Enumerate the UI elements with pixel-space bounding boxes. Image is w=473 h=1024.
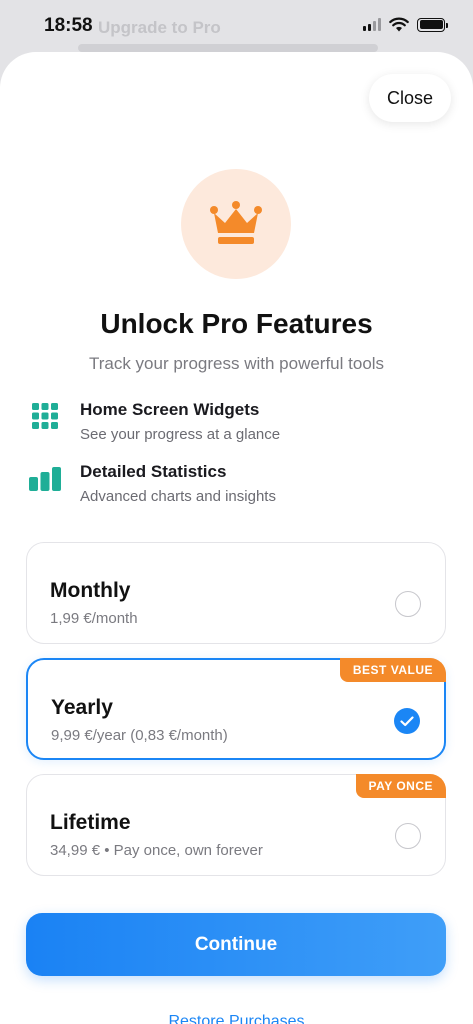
grid-icon (26, 400, 64, 432)
close-button[interactable]: Close (368, 74, 451, 122)
feature-title: Home Screen Widgets (80, 400, 260, 419)
plan-price: 9,99 €/year (0,83 €/month) (51, 727, 228, 744)
crown-badge (181, 169, 291, 279)
status-bar: 18:58 (0, 0, 473, 52)
plan-radio-checked[interactable] (394, 708, 420, 734)
wifi-icon (389, 17, 409, 32)
plan-radio-unchecked[interactable] (395, 591, 421, 617)
sheet-title: Unlock Pro Features (100, 308, 373, 339)
checkmark-icon (400, 715, 414, 726)
battery-icon (417, 17, 448, 32)
crown-icon (210, 201, 262, 244)
feature-description: Advanced charts and insights (80, 488, 276, 505)
status-time: 18:58 (44, 15, 93, 36)
paywall-sheet: Close Unlock Pro Features Track your pro… (0, 52, 473, 1024)
status-icons (363, 17, 448, 32)
best-value-badge: BEST VALUE (339, 658, 446, 682)
plan-price: 1,99 €/month (50, 610, 138, 627)
feature-description: See your progress at a glance (80, 426, 281, 443)
plan-option-yearly[interactable]: BEST VALUE Yearly 9,99 €/year (0,83 €/mo… (26, 658, 446, 760)
plan-price: 34,99 € • Pay once, own forever (50, 842, 263, 859)
continue-button[interactable]: Continue (26, 913, 446, 976)
plan-radio-unchecked[interactable] (395, 823, 421, 849)
sheet-subtitle: Track your progress with powerful tools (88, 354, 385, 373)
plan-option-lifetime[interactable]: PAY ONCE Lifetime 34,99 € • Pay once, ow… (26, 774, 446, 876)
restore-purchases-link[interactable]: Restore Purchases (0, 1013, 473, 1024)
feature-home-screen-widgets: Home Screen Widgets See your progress at… (26, 400, 280, 443)
plan-name: Yearly (51, 696, 113, 719)
plan-name: Monthly (50, 579, 131, 602)
plan-name: Lifetime (50, 811, 131, 834)
bar-chart-icon (26, 462, 64, 494)
plan-option-monthly[interactable]: Monthly 1,99 €/month (26, 542, 446, 644)
feature-detailed-statistics: Detailed Statistics Advanced charts and … (26, 462, 276, 505)
feature-title: Detailed Statistics (80, 462, 227, 481)
cellular-signal-icon (363, 18, 381, 31)
pay-once-badge: PAY ONCE (355, 774, 446, 798)
